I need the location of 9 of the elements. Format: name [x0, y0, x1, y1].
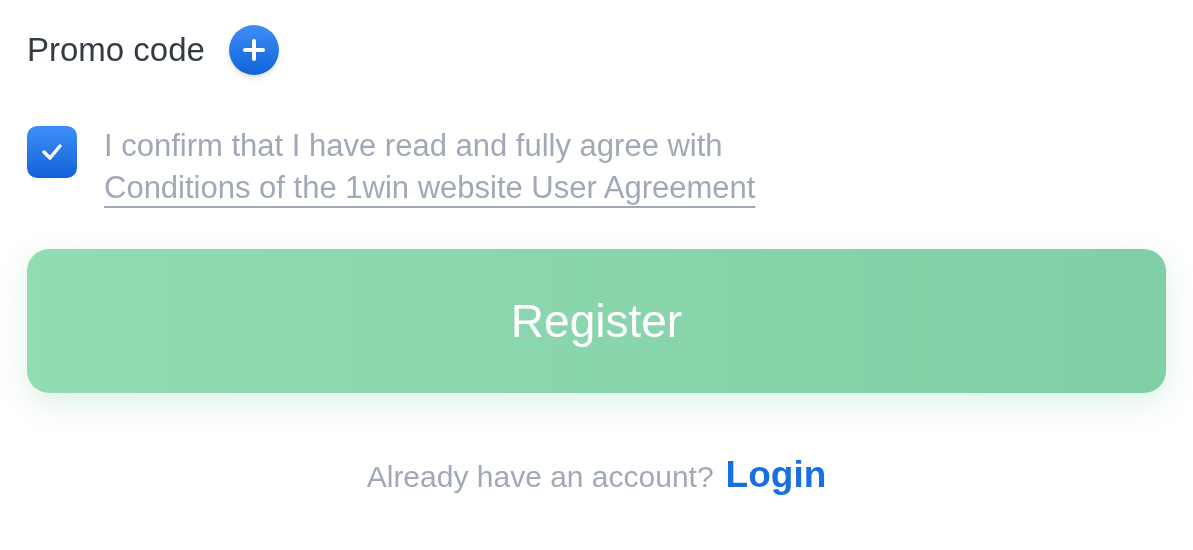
plus-icon: [241, 38, 266, 62]
user-agreement-link[interactable]: Conditions of the 1win website User Agreement: [104, 170, 756, 205]
agreement-checkbox[interactable]: [27, 126, 77, 178]
login-link[interactable]: Login: [725, 447, 827, 503]
account-prompt: Already have an account?: [366, 459, 714, 495]
promo-code-label: Promo code: [27, 30, 205, 71]
add-promo-button[interactable]: [228, 25, 279, 75]
agreement-text: I confirm that I have read and fully agree with Conditions of the 1win website User Agreement: [104, 127, 757, 207]
checkmark-icon: [41, 143, 63, 161]
